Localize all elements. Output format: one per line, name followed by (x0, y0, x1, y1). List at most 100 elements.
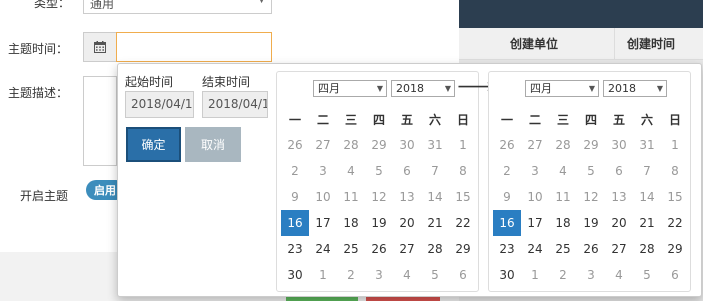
calendar-day[interactable]: 4 (337, 158, 365, 184)
calendar-day[interactable]: 10 (309, 184, 337, 210)
calendar-day-selected[interactable]: 16 (281, 210, 309, 236)
calendar-day[interactable]: 30 (393, 132, 421, 158)
calendar-day[interactable]: 30 (281, 262, 309, 288)
calendar-day[interactable]: 1 (661, 132, 689, 158)
calendar-day[interactable]: 29 (661, 236, 689, 262)
calendar-day[interactable]: 28 (421, 236, 449, 262)
calendar-day[interactable]: 3 (521, 158, 549, 184)
calendar-day[interactable]: 10 (521, 184, 549, 210)
year-select[interactable]: 2018 ▼ (391, 80, 455, 97)
calendar-day[interactable]: 9 (281, 184, 309, 210)
calendar-day[interactable]: 15 (661, 184, 689, 210)
calendar-left: 四月 ▼ 2018 ▼ 🡒 一二三四五六日 26 27 28 29 30 31 1 2 3 4 5 6 7 8 9… (276, 71, 495, 292)
calendar-day[interactable]: 17 (309, 210, 337, 236)
calendar-day[interactable]: 4 (393, 262, 421, 288)
calendar-day[interactable]: 4 (605, 262, 633, 288)
calendar-day[interactable]: 28 (337, 132, 365, 158)
type-select[interactable]: 通用 ▼ (83, 0, 272, 14)
calendar-day[interactable]: 23 (493, 236, 521, 262)
calendar-day[interactable]: 20 (393, 210, 421, 236)
calendar-day[interactable]: 26 (577, 236, 605, 262)
calendar-day[interactable]: 7 (633, 158, 661, 184)
calendar-day[interactable]: 14 (421, 184, 449, 210)
month-select[interactable]: 四月 ▼ (313, 80, 387, 97)
calendar-day[interactable]: 1 (521, 262, 549, 288)
cancel-button[interactable]: 取消 (185, 127, 241, 162)
calendar-day[interactable]: 31 (421, 132, 449, 158)
weekday-header: 一 (288, 112, 301, 127)
calendar-day[interactable]: 19 (577, 210, 605, 236)
calendar-day[interactable]: 6 (393, 158, 421, 184)
calendar-day[interactable]: 5 (633, 262, 661, 288)
calendar-day[interactable]: 3 (577, 262, 605, 288)
calendar-day[interactable]: 22 (449, 210, 477, 236)
calendar-day[interactable]: 11 (549, 184, 577, 210)
calendar-day[interactable]: 18 (337, 210, 365, 236)
calendar-day[interactable]: 1 (449, 132, 477, 158)
calendar-day[interactable]: 2 (549, 262, 577, 288)
calendar-day[interactable]: 6 (605, 158, 633, 184)
calendar-day[interactable]: 31 (633, 132, 661, 158)
calendar-day[interactable]: 28 (549, 132, 577, 158)
calendar-day[interactable]: 5 (365, 158, 393, 184)
start-date-input[interactable]: 2018/04/16 (125, 91, 194, 118)
calendar-day[interactable]: 27 (309, 132, 337, 158)
calendar-day[interactable]: 28 (633, 236, 661, 262)
calendar-day[interactable]: 26 (493, 132, 521, 158)
weekday-header: 六 (428, 112, 441, 127)
calendar-day[interactable]: 13 (605, 184, 633, 210)
calendar-day[interactable]: 19 (365, 210, 393, 236)
calendar-day[interactable]: 1 (309, 262, 337, 288)
end-date-input[interactable]: 2018/04/16 (202, 91, 268, 118)
calendar-day[interactable]: 4 (549, 158, 577, 184)
calendar-day[interactable]: 26 (365, 236, 393, 262)
confirm-button[interactable]: 确定 (126, 127, 181, 162)
calendar-day[interactable]: 17 (521, 210, 549, 236)
calendar-day[interactable]: 25 (549, 236, 577, 262)
calendar-day[interactable]: 24 (309, 236, 337, 262)
calendar-day[interactable]: 8 (661, 158, 689, 184)
calendar-addon[interactable] (83, 32, 117, 62)
calendar-day[interactable]: 29 (365, 132, 393, 158)
calendar-day[interactable]: 6 (449, 262, 477, 288)
calendar-day-selected[interactable]: 16 (493, 210, 521, 236)
calendar-day[interactable]: 5 (577, 158, 605, 184)
year-select[interactable]: 2018 ▼ (603, 80, 667, 97)
calendar-day[interactable]: 30 (493, 262, 521, 288)
calendar-day[interactable]: 26 (281, 132, 309, 158)
calendar-day[interactable]: 5 (421, 262, 449, 288)
calendar-day[interactable]: 21 (421, 210, 449, 236)
calendar-day[interactable]: 2 (337, 262, 365, 288)
calendar-day[interactable]: 7 (421, 158, 449, 184)
calendar-day[interactable]: 12 (365, 184, 393, 210)
calendar-day[interactable]: 29 (449, 236, 477, 262)
calendar-day[interactable]: 27 (521, 132, 549, 158)
calendar-day[interactable]: 3 (309, 158, 337, 184)
calendar-day[interactable]: 24 (521, 236, 549, 262)
calendar-day[interactable]: 2 (493, 158, 521, 184)
calendar-day[interactable]: 29 (577, 132, 605, 158)
calendar-day[interactable]: 21 (633, 210, 661, 236)
calendar-day[interactable]: 12 (577, 184, 605, 210)
calendar-day[interactable]: 20 (605, 210, 633, 236)
calendar-day[interactable]: 15 (449, 184, 477, 210)
calendar-day[interactable]: 8 (449, 158, 477, 184)
description-textarea[interactable] (83, 76, 117, 166)
calendar-day[interactable]: 2 (281, 158, 309, 184)
calendar-day[interactable]: 23 (281, 236, 309, 262)
calendar-day[interactable]: 27 (393, 236, 421, 262)
calendar-day[interactable]: 13 (393, 184, 421, 210)
year-value: 2018 (396, 82, 424, 95)
topic-time-input[interactable] (116, 32, 272, 62)
calendar-day[interactable]: 11 (337, 184, 365, 210)
calendar-day[interactable]: 3 (365, 262, 393, 288)
calendar-day[interactable]: 18 (549, 210, 577, 236)
calendar-day[interactable]: 14 (633, 184, 661, 210)
month-select[interactable]: 四月 ▼ (525, 80, 599, 97)
calendar-day[interactable]: 6 (661, 262, 689, 288)
calendar-day[interactable]: 25 (337, 236, 365, 262)
calendar-day[interactable]: 22 (661, 210, 689, 236)
calendar-day[interactable]: 30 (605, 132, 633, 158)
calendar-day[interactable]: 27 (605, 236, 633, 262)
calendar-day[interactable]: 9 (493, 184, 521, 210)
